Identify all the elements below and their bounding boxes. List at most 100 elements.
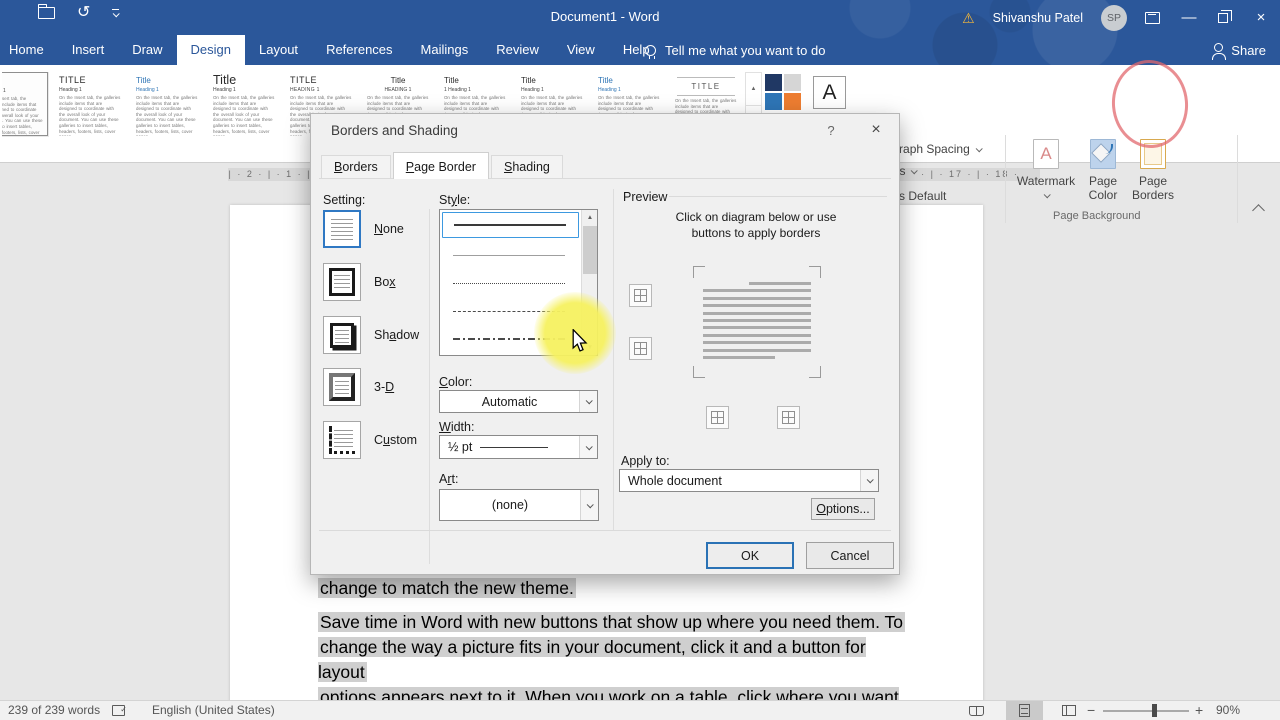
selected-text: change the way a picture fits in your do…	[318, 637, 866, 682]
gallery-item-2[interactable]: TITLE Heading 1 On the Insert tab, the gal…	[55, 72, 125, 136]
word-count[interactable]: 239 of 239 words	[8, 701, 100, 720]
preview-line	[703, 311, 811, 315]
setting-option-3-d[interactable]: 3-D	[323, 367, 394, 407]
tab-references[interactable]: References	[312, 35, 406, 65]
gallery-item-body: On the Insert tab, the galleries include…	[2, 96, 43, 135]
zoom-slider-thumb[interactable]	[1152, 704, 1157, 717]
selected-text: options appears next to it. When you wor…	[318, 687, 899, 700]
print-layout-button[interactable]	[1006, 701, 1043, 720]
proofing-icon[interactable]	[112, 700, 127, 720]
paragraph: Save time in Word with new buttons that …	[318, 610, 908, 700]
user-name[interactable]: Shivanshu Patel	[993, 11, 1083, 25]
setting-page-icon	[329, 268, 355, 296]
setting-option-custom[interactable]: Custom	[323, 420, 417, 460]
style-option-thin[interactable]	[442, 242, 579, 268]
read-mode-button[interactable]	[958, 701, 995, 720]
gallery-item-1[interactable]: TitleHeading 1 On the Insert tab, the gal…	[2, 72, 48, 136]
preview-line	[749, 282, 811, 285]
dialog-close-button[interactable]: ×	[861, 119, 891, 141]
ruler-left-fragment: | · 2 · | · 1 · |	[228, 168, 312, 181]
scroll-up-icon[interactable]: ▲	[582, 210, 598, 225]
gallery-item-heading: Heading 1	[213, 87, 236, 93]
tab-view[interactable]: View	[553, 35, 609, 65]
restore-button[interactable]	[1218, 9, 1232, 23]
tab-draw[interactable]: Draw	[118, 35, 176, 65]
style-option-solid[interactable]	[442, 212, 579, 238]
art-dropdown[interactable]: (none)	[439, 489, 599, 521]
selected-text: Save time in Word with new buttons that …	[318, 612, 906, 632]
close-button[interactable]: ×	[1250, 9, 1272, 26]
language-status[interactable]: English (United States)	[152, 701, 275, 720]
border-grid-icon	[782, 411, 795, 424]
gallery-item-heading: Heading 1	[59, 87, 82, 93]
chevron-down-icon	[1043, 191, 1051, 199]
cancel-button[interactable]: Cancel	[806, 542, 894, 569]
share-button[interactable]: Share	[1212, 35, 1266, 65]
dropdown-arrow-icon[interactable]	[860, 470, 878, 491]
text-line: change the way a picture fits in your do…	[318, 635, 908, 685]
minimize-button[interactable]: —	[1178, 9, 1200, 26]
theme-colors-icon[interactable]	[765, 74, 803, 112]
zoom-out-button[interactable]: −	[1087, 701, 1095, 720]
page-borders-button[interactable]: Page Borders	[1124, 139, 1182, 202]
gallery-item-3[interactable]: Title Heading 1 On the Insert tab, the gal…	[132, 72, 202, 136]
theme-fonts-icon[interactable]: A	[813, 76, 846, 109]
apply-to-dropdown[interactable]: Whole document	[619, 469, 879, 492]
tab-mailings[interactable]: Mailings	[407, 35, 483, 65]
tell-me-box[interactable]: Tell me what you want to do	[645, 35, 825, 65]
gallery-item-heading: Heading 1	[2, 88, 6, 94]
color-value: Automatic	[481, 394, 538, 409]
dialog-tab-borders[interactable]: Borders	[321, 155, 391, 179]
ribbon-display-options-icon[interactable]	[1145, 11, 1160, 24]
mouse-cursor	[571, 328, 588, 358]
customize-qat-icon[interactable]	[112, 9, 121, 18]
open-folder-icon[interactable]	[38, 4, 55, 19]
left-border-button[interactable]	[706, 406, 729, 429]
setting-option-box[interactable]: Box	[323, 262, 396, 302]
dropdown-arrow-icon[interactable]	[579, 391, 597, 412]
dialog-tab-page-border[interactable]: Page Border	[392, 152, 489, 179]
tab-insert[interactable]: Insert	[58, 35, 119, 65]
scrollbar-thumb[interactable]	[583, 226, 597, 274]
undo-icon[interactable]: ↺	[77, 5, 90, 21]
gallery-up-icon[interactable]: ▲	[746, 73, 761, 105]
top-border-button[interactable]	[629, 284, 652, 307]
zoom-level[interactable]: 90%	[1216, 701, 1240, 720]
zoom-in-button[interactable]: +	[1195, 701, 1203, 720]
dialog-tab-shading[interactable]: Shading	[490, 155, 563, 179]
setting-option-shadow[interactable]: Shadow	[323, 315, 419, 355]
dropdown-arrow-icon[interactable]	[580, 490, 598, 520]
web-layout-button[interactable]	[1050, 701, 1087, 720]
right-border-button[interactable]	[777, 406, 800, 429]
dropdown-arrow-icon[interactable]	[579, 436, 597, 458]
preview-corner-mark	[809, 266, 821, 278]
tab-layout[interactable]: Layout	[245, 35, 312, 65]
gallery-item-title: Title	[521, 76, 536, 85]
warning-icon[interactable]: ⚠	[962, 11, 975, 25]
footer-divider	[319, 530, 891, 531]
dialog-help-button[interactable]: ?	[821, 123, 841, 138]
tab-home[interactable]: Home	[0, 35, 58, 65]
gallery-item-title: Title	[444, 76, 459, 85]
gallery-item-heading: Heading 1	[521, 87, 544, 93]
zoom-slider-track[interactable]	[1103, 710, 1189, 712]
style-option-dotted[interactable]	[442, 270, 579, 296]
gallery-item-title: Title	[213, 73, 237, 87]
watermark-button[interactable]: A Watermark	[1017, 139, 1075, 199]
ok-button[interactable]: OK	[706, 542, 794, 569]
width-dropdown[interactable]: ½ pt	[439, 435, 598, 459]
web-layout-icon	[1061, 705, 1076, 716]
avatar[interactable]: SP	[1101, 4, 1127, 31]
tab-review[interactable]: Review	[482, 35, 553, 65]
bottom-border-button[interactable]	[629, 337, 652, 360]
gallery-item-4[interactable]: Title Heading 1 On the Insert tab, the gal…	[209, 72, 279, 136]
preview-line	[703, 289, 811, 293]
share-label: Share	[1231, 42, 1266, 58]
tab-design[interactable]: Design	[176, 35, 246, 65]
preview-doc-lines	[703, 282, 811, 363]
color-dropdown[interactable]: Automatic	[439, 390, 598, 413]
setting-option-none[interactable]: None	[323, 209, 404, 249]
options-button[interactable]: Options...	[811, 498, 875, 520]
color-label: Color:	[439, 375, 473, 389]
preview-line	[703, 296, 811, 300]
